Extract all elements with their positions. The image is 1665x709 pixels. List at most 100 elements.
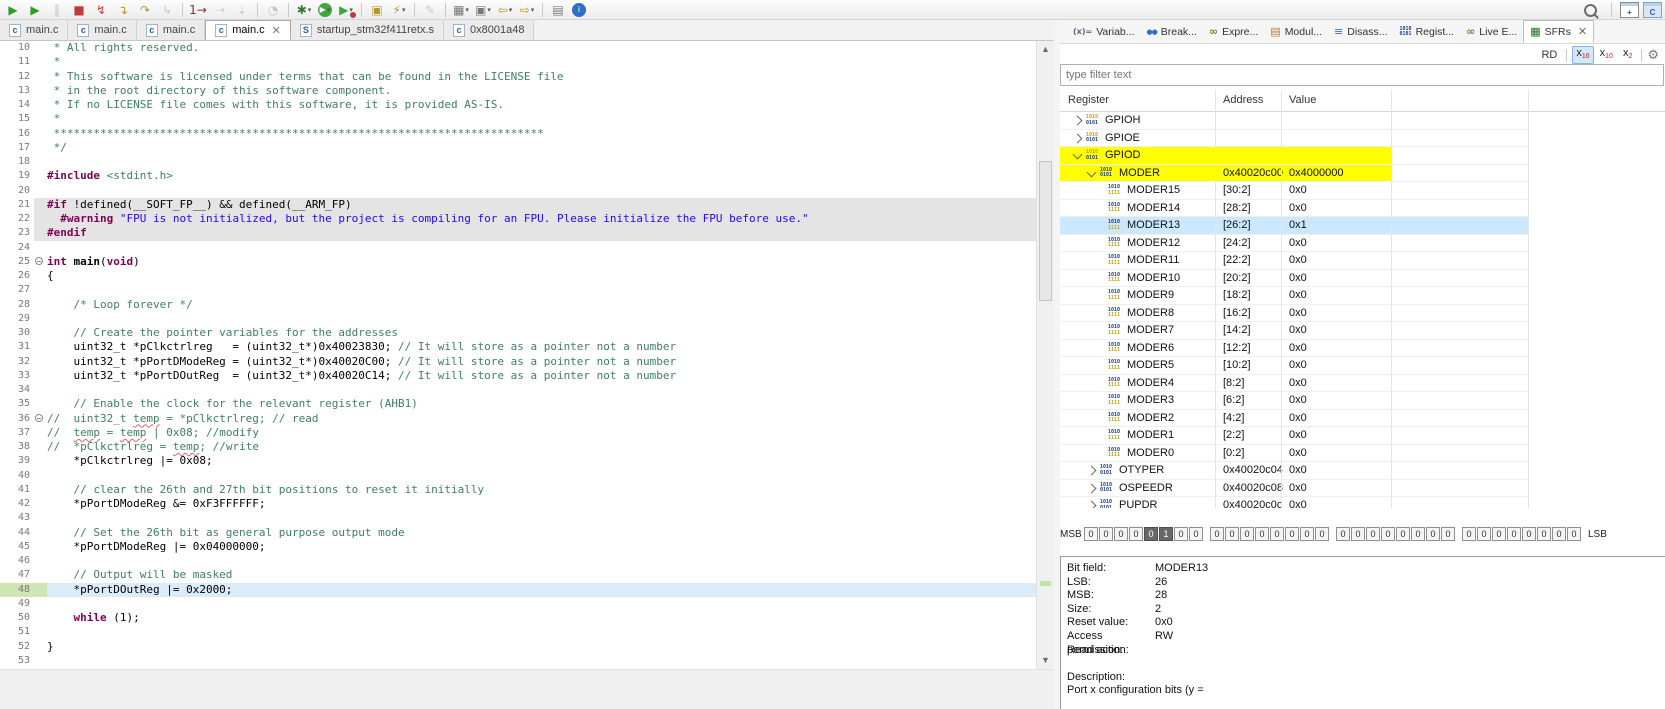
drop-to-frame-button[interactable]: ⇣ xyxy=(232,1,252,19)
table-row-MODER5[interactable]: 10101111MODER5[10:2]0x0 xyxy=(1060,357,1528,375)
new-wizard-button[interactable]: ▦▾ xyxy=(451,1,471,19)
view-tab-breakpoints[interactable]: ●●Break... xyxy=(1141,20,1203,43)
read-button[interactable]: RD xyxy=(1537,49,1561,61)
view-tab-expressions[interactable]: ∞Expre... xyxy=(1203,20,1264,43)
flash-programmer-button[interactable]: ⚡▾ xyxy=(389,1,409,19)
view-tab-sfrs[interactable]: ▦SFRs✕ xyxy=(1523,20,1594,43)
format-x10-button[interactable]: x10 xyxy=(1596,46,1617,64)
suspend-button[interactable]: ‖ xyxy=(47,1,67,19)
chevron-right-icon[interactable] xyxy=(1087,501,1097,508)
view-tab-registers[interactable]: 1010 0101Regist... xyxy=(1394,20,1461,43)
view-tab-modules[interactable]: ▤Modul... xyxy=(1264,20,1328,43)
column-value[interactable]: Value xyxy=(1289,94,1316,106)
table-row-PUPDR[interactable]: 10100101PUPDR0x40020c0c0x0 xyxy=(1060,497,1528,508)
step-into-button[interactable]: ↴ xyxy=(113,1,133,19)
table-row-MODER[interactable]: 10100101MODER0x40020c000x4000000 xyxy=(1060,165,1528,183)
editor-tab-main-c[interactable]: cmain.c✕ xyxy=(205,20,291,40)
last-edit-location-button[interactable]: ▤ xyxy=(548,1,568,19)
table-row-MODER10[interactable]: 10101111MODER10[20:2]0x0 xyxy=(1060,270,1528,288)
c-cpp-perspective-button[interactable]: C xyxy=(1643,2,1662,18)
table-row-MODER8[interactable]: 10101111MODER8[16:2]0x0 xyxy=(1060,305,1528,323)
resume-button[interactable]: ▶ xyxy=(25,1,45,19)
instruction-stepping-button[interactable]: 1→ xyxy=(188,1,208,19)
table-row-GPIOE[interactable]: 10100101GPIOE xyxy=(1060,130,1528,148)
chevron-right-icon[interactable] xyxy=(1073,116,1083,126)
editor-tab-main-c[interactable]: cmain.c xyxy=(0,20,68,40)
table-row-MODER14[interactable]: 10101111MODER14[28:2]0x0 xyxy=(1060,200,1528,218)
table-row-MODER6[interactable]: 10101111MODER6[12:2]0x0 xyxy=(1060,340,1528,358)
code-line: 53 xyxy=(0,654,1036,668)
fold-gutter: − xyxy=(34,255,47,269)
format-x16-button[interactable]: x16 xyxy=(1572,46,1593,64)
format-x2-button[interactable]: x2 xyxy=(1619,46,1636,64)
open-perspective-button[interactable]: + xyxy=(1620,2,1639,18)
back-button[interactable]: ⇦▾ xyxy=(495,1,515,19)
view-tab-live-expressions[interactable]: ∞Live E... xyxy=(1460,20,1523,43)
chevron-right-icon[interactable] xyxy=(1087,466,1097,476)
disconnect-button[interactable]: ↯ xyxy=(91,1,111,19)
view-tab-variables[interactable]: (x)=Variab... xyxy=(1067,20,1141,43)
info-button[interactable]: i xyxy=(572,3,586,17)
table-row-MODER1[interactable]: 10101111MODER1[2:2]0x0 xyxy=(1060,427,1528,445)
run-button[interactable]: ▶▾ xyxy=(318,3,332,17)
open-element-button[interactable]: ▣ xyxy=(367,1,387,19)
step-return-button[interactable]: ↳ xyxy=(157,1,177,19)
column-address[interactable]: Address xyxy=(1223,94,1263,106)
table-row-MODER0[interactable]: 10101111MODER0[0:2]0x0 xyxy=(1060,445,1528,463)
fold-gutter xyxy=(34,369,47,383)
table-row-OSPEEDR[interactable]: 10100101OSPEEDR0x40020c080x0 xyxy=(1060,480,1528,498)
table-row-MODER7[interactable]: 10101111MODER7[14:2]0x0 xyxy=(1060,322,1528,340)
editor-tab-main-c[interactable]: cmain.c xyxy=(137,20,205,40)
table-row-MODER3[interactable]: 10101111MODER3[6:2]0x0 xyxy=(1060,392,1528,410)
new-wizard-icon: ▦ xyxy=(453,4,464,16)
profiling-button[interactable]: ◔ xyxy=(263,1,283,19)
external-tools-button[interactable]: ▶▾ xyxy=(336,1,356,19)
editor-scrollbar[interactable]: ▲ ▼ xyxy=(1036,41,1054,669)
debug-button[interactable]: ✱▾ xyxy=(294,1,314,19)
table-row-MODER13[interactable]: 10101111MODER13[26:2]0x1 xyxy=(1060,217,1528,235)
settings-wrench-icon[interactable]: ⚙ xyxy=(1647,48,1659,63)
editor-tab-main-c[interactable]: cmain.c xyxy=(68,20,136,40)
move-to-line-button[interactable]: ⇢ xyxy=(210,1,230,19)
terminate-button[interactable]: ■ xyxy=(69,1,89,19)
scroll-down-icon[interactable]: ▼ xyxy=(1041,656,1050,665)
annotate-button[interactable]: ✎ xyxy=(420,1,440,19)
filter-input[interactable] xyxy=(1060,64,1664,86)
code-line: 18 xyxy=(0,155,1036,169)
chevron-down-icon[interactable] xyxy=(1087,167,1097,177)
annotation-gutter xyxy=(0,212,8,226)
pin-editor-button[interactable]: ▣▾ xyxy=(473,1,493,19)
editor-tab-0x8001a48[interactable]: c0x8001a48 xyxy=(444,20,534,40)
search-icon[interactable] xyxy=(1584,4,1597,17)
line-number: 22 xyxy=(8,212,34,226)
table-row-OTYPER[interactable]: 10100101OTYPER0x40020c040x0 xyxy=(1060,462,1528,480)
expressions-icon: ∞ xyxy=(1209,25,1218,38)
restart-button[interactable]: ▶ xyxy=(3,1,23,19)
chevron-right-icon[interactable] xyxy=(1073,133,1083,143)
table-row-MODER11[interactable]: 10101111MODER11[22:2]0x0 xyxy=(1060,252,1528,270)
view-tab-disassembly[interactable]: ≡Disass... xyxy=(1328,20,1393,43)
table-row-MODER15[interactable]: 10101111MODER15[30:2]0x0 xyxy=(1060,182,1528,200)
table-row-MODER4[interactable]: 10101111MODER4[8:2]0x0 xyxy=(1060,375,1528,393)
step-over-button[interactable]: ↷ xyxy=(135,1,155,19)
table-row-MODER12[interactable]: 10101111MODER12[24:2]0x0 xyxy=(1060,235,1528,253)
scrollbar-thumb[interactable] xyxy=(1039,161,1052,301)
scroll-up-icon[interactable]: ▲ xyxy=(1041,45,1050,54)
code-editor[interactable]: 10 * All rights reserved.11 *12 * This s… xyxy=(0,41,1036,669)
chevron-right-icon[interactable] xyxy=(1087,483,1097,493)
fold-collapse-icon[interactable]: − xyxy=(35,257,43,265)
close-icon[interactable]: ✕ xyxy=(272,24,281,37)
editor-tab-startup_stm32f411retx-s[interactable]: Sstartup_stm32f411retx.s xyxy=(291,20,444,40)
chevron-down-icon[interactable] xyxy=(1073,150,1083,160)
table-row-MODER2[interactable]: 10101111MODER2[4:2]0x0 xyxy=(1060,410,1528,428)
table-row-MODER9[interactable]: 10101111MODER9[18:2]0x0 xyxy=(1060,287,1528,305)
table-row-GPIOD[interactable]: 10100101GPIOD xyxy=(1060,147,1528,165)
close-icon[interactable]: ✕ xyxy=(1578,25,1587,38)
forward-button[interactable]: ⇨▾ xyxy=(517,1,537,19)
fold-gutter xyxy=(34,540,47,554)
column-register[interactable]: Register xyxy=(1068,94,1109,106)
format-sub: 10 xyxy=(1605,53,1613,60)
fold-collapse-icon[interactable]: − xyxy=(35,414,43,422)
table-row-GPIOH[interactable]: 10100101GPIOH xyxy=(1060,112,1528,130)
register-value: 0x0 xyxy=(1289,482,1307,494)
